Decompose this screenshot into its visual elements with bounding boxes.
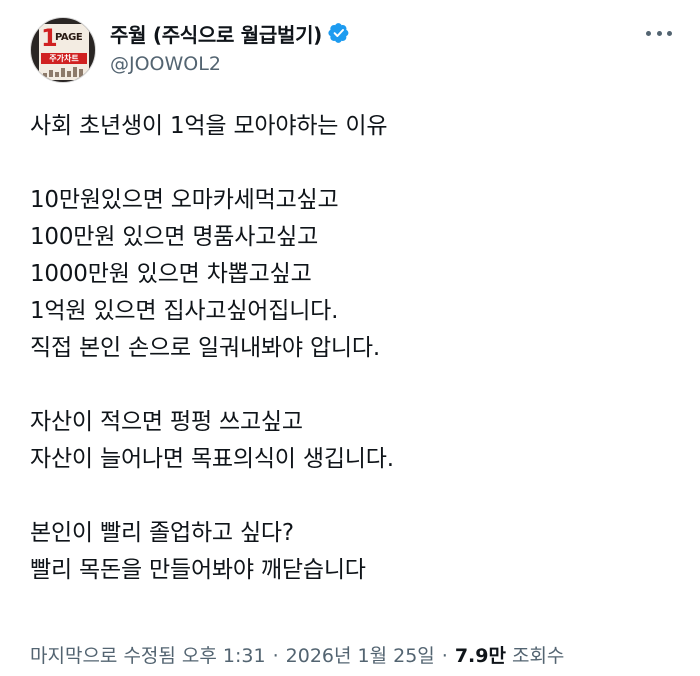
tweet-meta: 마지막으로 수정됨 오후 1:31 · 2026년 1월 25일 · 7.9만 … — [30, 641, 564, 668]
tweet-date[interactable]: 2026년 1월 25일 — [286, 641, 435, 668]
avatar-text-band: 주가차트 — [41, 53, 87, 64]
author-handle[interactable]: @JOOWOL2 — [110, 53, 221, 75]
views-count[interactable]: 7.9만 — [455, 641, 506, 668]
display-name[interactable]: 주월 (주식으로 월급벌기) — [110, 19, 322, 48]
tweet-line: 100만원 있으면 명품사고싶고 — [30, 224, 319, 250]
avatar-chart-graphic — [43, 67, 85, 77]
tweet-line: 자산이 적으면 펑펑 쓰고싶고 — [30, 409, 303, 435]
tweet-card: 1 PAGE 주가차트 주월 (주식으로 월급벌기) @JOOWOL2 사회 초… — [0, 0, 700, 676]
edited-timestamp[interactable]: 마지막으로 수정됨 오후 1:31 — [30, 641, 266, 668]
avatar-text-page: PAGE — [55, 32, 83, 43]
verified-badge-icon[interactable] — [328, 22, 350, 44]
tweet-line: 사회 초년생이 1억을 모아야하는 이유 — [30, 113, 388, 139]
author-name-row: 주월 (주식으로 월급벌기) — [110, 18, 350, 48]
tweet-line: 빨리 목돈을 만들어봐야 깨닫습니다 — [30, 557, 366, 583]
views-label: 조회수 — [511, 645, 565, 667]
tweet-line: 본인이 빨리 졸업하고 싶다? — [30, 520, 294, 546]
tweet-line: 10만원있으면 오마카세먹고싶고 — [30, 187, 339, 213]
more-options-icon[interactable] — [646, 25, 672, 41]
avatar[interactable]: 1 PAGE 주가차트 — [30, 17, 96, 83]
meta-separator: · — [272, 645, 279, 667]
tweet-line: 1000만원 있으면 차뽑고싶고 — [30, 261, 312, 287]
tweet-line: 자산이 늘어나면 목표의식이 생깁니다. — [30, 446, 394, 472]
meta-separator: · — [441, 645, 448, 667]
tweet-header: 1 PAGE 주가차트 주월 (주식으로 월급벌기) @JOOWOL2 — [30, 17, 680, 87]
tweet-line: 직접 본인 손으로 일궈내봐야 압니다. — [30, 335, 380, 361]
tweet-line: 1억원 있으면 집사고싶어집니다. — [30, 298, 339, 324]
tweet-text: 사회 초년생이 1억을 모아야하는 이유 10만원있으면 오마카세먹고싶고 10… — [30, 108, 670, 589]
